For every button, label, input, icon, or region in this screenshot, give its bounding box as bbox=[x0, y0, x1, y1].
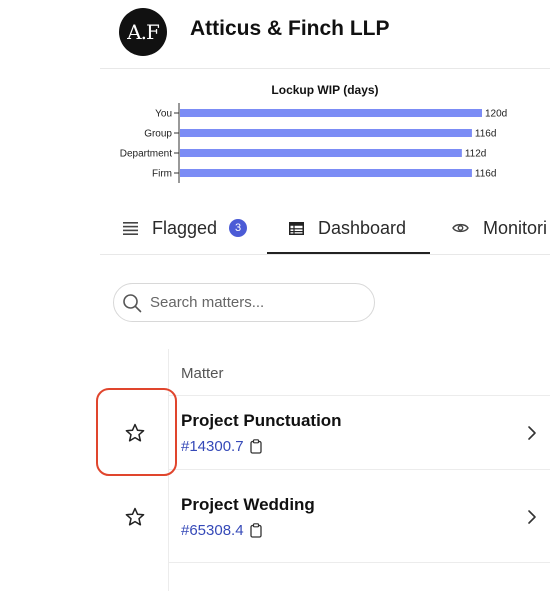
data-label: 120d bbox=[485, 109, 507, 120]
clipboard-icon[interactable] bbox=[249, 439, 262, 454]
row-divider bbox=[168, 395, 550, 396]
logo-text: A.F bbox=[127, 20, 160, 44]
search-input[interactable] bbox=[148, 293, 362, 312]
y-tick-label: Group bbox=[144, 129, 172, 140]
matter-id[interactable]: #65308.4 bbox=[181, 522, 262, 539]
star-icon[interactable] bbox=[124, 506, 146, 528]
eye-icon bbox=[452, 223, 469, 233]
matter-id-text: #65308.4 bbox=[181, 522, 244, 539]
chart-title: Lockup WIP (days) bbox=[271, 83, 378, 97]
tabs-divider bbox=[100, 254, 550, 255]
matter-name[interactable]: Project Wedding bbox=[181, 495, 315, 515]
search-box[interactable] bbox=[113, 283, 375, 322]
data-label: 112d bbox=[465, 149, 487, 160]
tab-dashboard-label: Dashboard bbox=[318, 217, 407, 238]
search-icon bbox=[123, 293, 142, 312]
tab-monitoring-label: Monitori bbox=[483, 217, 548, 238]
chevron-right-icon[interactable] bbox=[526, 425, 538, 441]
header-divider bbox=[100, 68, 550, 69]
data-label: 116d bbox=[475, 169, 497, 180]
chevron-right-icon[interactable] bbox=[526, 509, 538, 525]
firm-logo: A.F bbox=[119, 8, 167, 56]
matter-id[interactable]: #14300.7 bbox=[181, 438, 262, 455]
chart-bar bbox=[180, 169, 472, 177]
tab-monitoring[interactable]: Monitori bbox=[452, 214, 547, 242]
tab-dashboard[interactable]: Dashboard bbox=[289, 214, 406, 242]
lockup-wip-chart: Lockup WIP (days) You 120d Group 116d Depart… bbox=[120, 83, 507, 183]
tab-flagged[interactable]: Flagged 3 bbox=[123, 214, 248, 242]
chart-bar bbox=[180, 149, 462, 157]
matter-name[interactable]: Project Punctuation bbox=[181, 411, 342, 431]
chart-bar bbox=[180, 129, 472, 137]
matter-id-text: #14300.7 bbox=[181, 438, 244, 455]
chart-bar bbox=[180, 109, 482, 117]
y-tick-label: Firm bbox=[152, 169, 172, 180]
clipboard-icon[interactable] bbox=[249, 523, 262, 538]
flagged-count-badge: 3 bbox=[229, 219, 248, 237]
table-icon bbox=[289, 221, 304, 235]
tab-flagged-label: Flagged bbox=[152, 217, 218, 238]
matter-column-header: Matter bbox=[181, 365, 224, 382]
row-divider bbox=[168, 562, 550, 563]
row-divider bbox=[168, 469, 550, 470]
y-tick-label: You bbox=[155, 109, 172, 120]
highlight-box bbox=[96, 388, 177, 476]
y-tick-label: Department bbox=[120, 149, 172, 160]
list-icon bbox=[123, 221, 138, 235]
firm-name: Atticus & Finch LLP bbox=[190, 17, 390, 40]
data-label: 116d bbox=[475, 129, 497, 140]
